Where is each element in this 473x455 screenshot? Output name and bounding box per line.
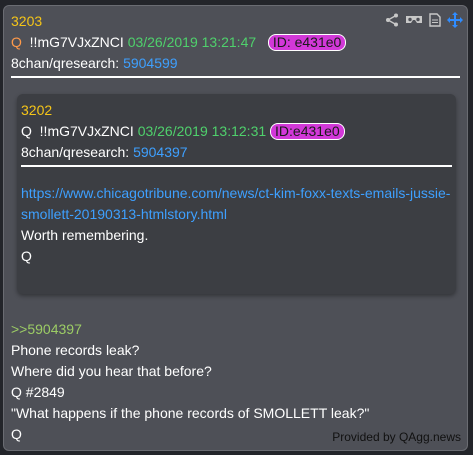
article-link[interactable]: https://www.chicagotribune.com/news/ct-k… bbox=[21, 183, 450, 203]
post-number[interactable]: 3203 bbox=[11, 11, 42, 31]
quoted-post-number[interactable]: 3202 bbox=[21, 100, 52, 120]
quoted-board-name: 8chan/qresearch: bbox=[21, 144, 130, 160]
board-ref: 8chan/qresearch: 5904599 bbox=[11, 53, 178, 73]
body-signature: Q bbox=[11, 426, 22, 442]
quoted-signature: Q bbox=[21, 248, 32, 264]
document-icon[interactable] bbox=[429, 13, 441, 27]
article-link-line1[interactable]: https://www.chicagotribune.com/news/ct-k… bbox=[21, 185, 450, 201]
vr-glasses-icon[interactable] bbox=[405, 14, 423, 26]
quoted-board-ref: 8chan/qresearch: 5904397 bbox=[21, 142, 188, 162]
quoted-datetime: 03/26/2019 13:12:31 bbox=[137, 123, 267, 139]
q-label: Q bbox=[11, 34, 22, 50]
board-name: 8chan/qresearch: bbox=[11, 55, 120, 71]
body-line-1: Phone records leak? bbox=[11, 342, 140, 358]
share-icon[interactable] bbox=[385, 13, 399, 27]
body-line-4: "What happens if the phone records of SM… bbox=[11, 405, 370, 421]
reply-reference[interactable]: >>5904397 bbox=[11, 319, 82, 339]
post-card: 3203 Q !!mG7VJxZNCI 03/26/2019 13:21:47 … bbox=[3, 5, 468, 451]
article-link-cont[interactable]: smollett-20190313-htmlstory.html bbox=[21, 204, 227, 224]
quoted-body-text: Worth remembering. bbox=[21, 227, 149, 243]
quoted-q-label: Q bbox=[21, 123, 32, 139]
post-meta: Q !!mG7VJxZNCI 03/26/2019 13:21:47 ID: e… bbox=[11, 32, 347, 52]
quoted-board-post-link[interactable]: 5904397 bbox=[133, 144, 188, 160]
post-toolbar bbox=[385, 12, 463, 28]
quoted-post: 3202 Q !!mG7VJxZNCI 03/26/2019 13:12:31 … bbox=[17, 94, 456, 294]
quoted-id-badge[interactable]: ID:e431e0 bbox=[270, 123, 345, 140]
article-link-line2[interactable]: smollett-20190313-htmlstory.html bbox=[21, 206, 227, 222]
quoted-divider bbox=[21, 165, 452, 167]
body-line-3: Q #2849 bbox=[11, 384, 65, 400]
board-post-link[interactable]: 5904599 bbox=[123, 55, 178, 71]
post-datetime: 03/26/2019 13:21:47 bbox=[127, 34, 257, 50]
credit-text: Provided by QAgg.news bbox=[332, 430, 461, 444]
move-icon[interactable] bbox=[447, 12, 463, 28]
body-line-2: Where did you hear that before? bbox=[11, 363, 212, 379]
tripcode: !!mG7VJxZNCI bbox=[29, 34, 124, 50]
id-badge[interactable]: ID: e431e0 bbox=[267, 34, 347, 51]
header-divider bbox=[11, 76, 460, 78]
quoted-post-meta: Q !!mG7VJxZNCI 03/26/2019 13:12:31 ID:e4… bbox=[21, 121, 345, 141]
quoted-tripcode: !!mG7VJxZNCI bbox=[39, 123, 134, 139]
